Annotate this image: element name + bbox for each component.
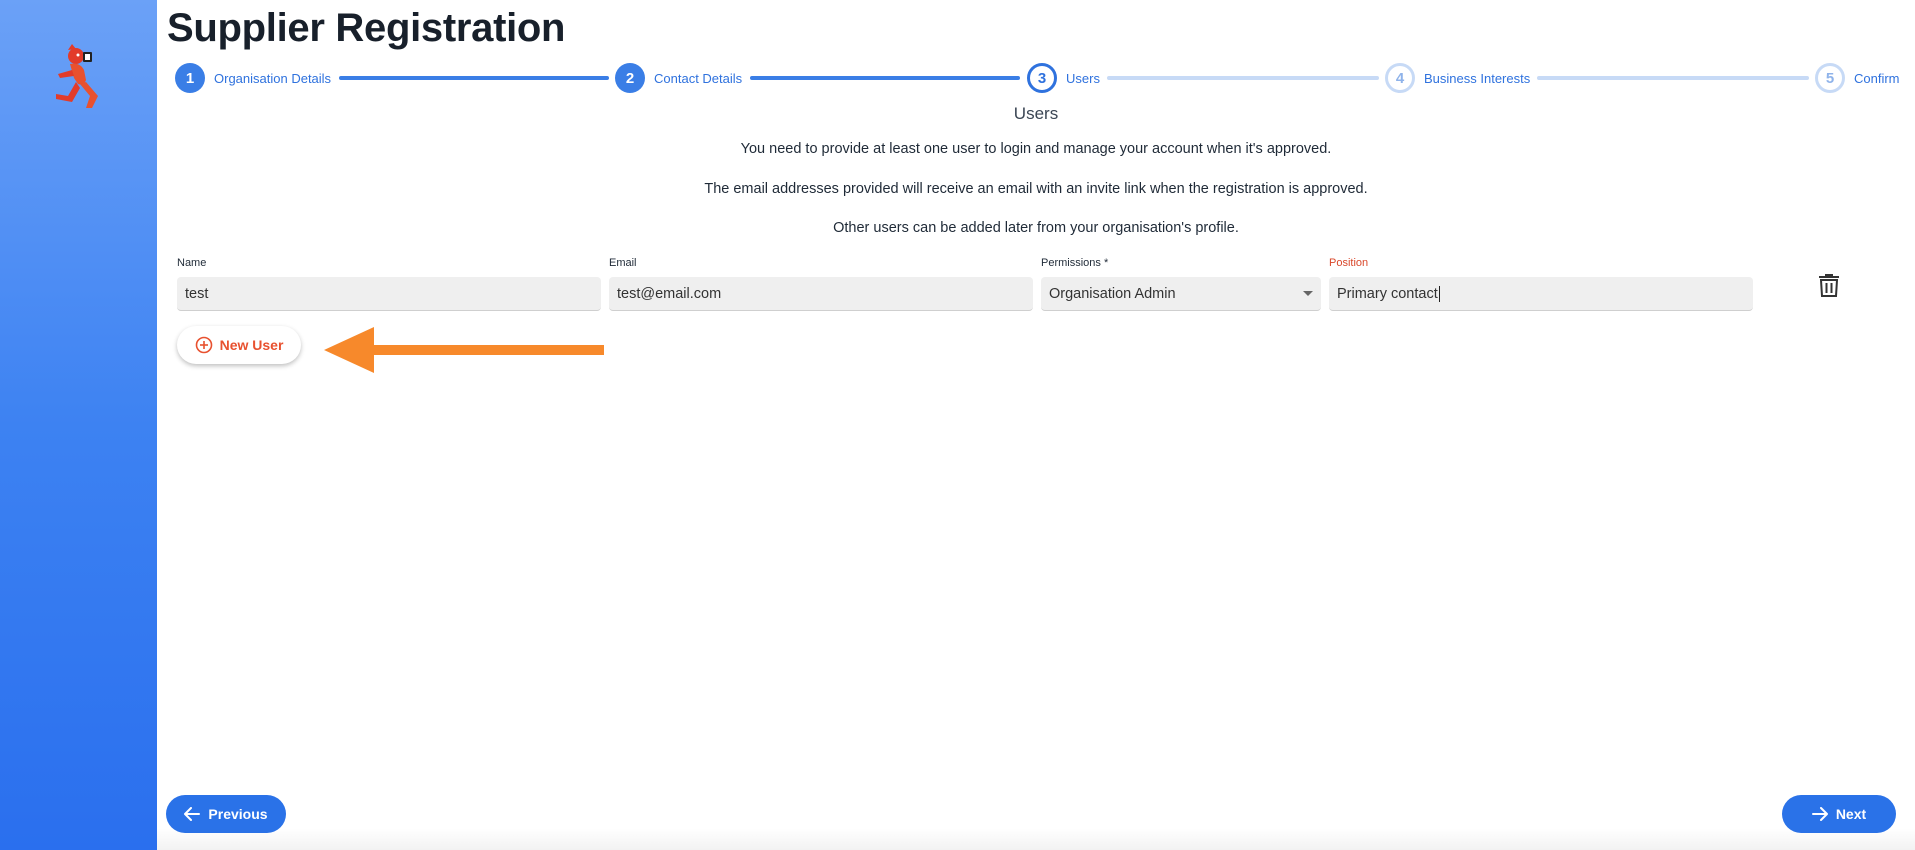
step-number: 1 [175, 63, 205, 93]
step-label: Business Interests [1424, 70, 1531, 86]
arrow-left-icon [184, 807, 201, 821]
page-title: Supplier Registration [167, 6, 566, 50]
step-users[interactable]: 3 Users [1027, 62, 1100, 94]
step-label: Contact Details [654, 70, 743, 86]
step-label: Organisation Details [214, 70, 332, 86]
name-value: test [185, 285, 209, 302]
new-user-button[interactable]: New User [177, 326, 301, 364]
next-label: Next [1835, 806, 1867, 822]
text-cursor [1438, 285, 1440, 302]
step-number: 2 [615, 63, 645, 93]
email-value: test@email.com [617, 285, 722, 302]
footer-shadow [157, 828, 1915, 850]
orange-arrow-annotation [324, 327, 604, 373]
email-label: Email [609, 257, 637, 269]
step-label: Confirm [1854, 70, 1900, 86]
permissions-value: Organisation Admin [1049, 285, 1176, 302]
info-text-2: The email addresses provided will receiv… [704, 181, 1368, 197]
sidebar [0, 0, 157, 850]
user-name-field: Name test [177, 257, 601, 311]
step-number: 4 [1385, 63, 1415, 93]
user-permissions-field: Permissions * Organisation Admin [1041, 257, 1321, 311]
info-text-3: Other users can be added later from your… [833, 220, 1239, 236]
stepper-connector-1 [339, 76, 609, 80]
trash-icon[interactable] [1817, 272, 1841, 298]
step-number: 3 [1027, 63, 1057, 93]
position-value: Primary contact [1337, 285, 1438, 302]
step-organisation-details[interactable]: 1 Organisation Details [175, 62, 331, 94]
stepper-connector-2 [750, 76, 1020, 80]
stepper-connector-3 [1107, 76, 1379, 80]
registration-stepper: 1 Organisation Details 2 Contact Details… [157, 62, 1915, 94]
previous-label: Previous [208, 806, 268, 822]
new-user-label: New User [219, 337, 284, 353]
info-text-1: You need to provide at least one user to… [740, 141, 1332, 157]
step-contact-details[interactable]: 2 Contact Details [615, 62, 742, 94]
email-input[interactable]: test@email.com [609, 277, 1033, 311]
permissions-select[interactable]: Organisation Admin [1041, 277, 1321, 311]
step-label: Users [1066, 70, 1100, 86]
mascot-logo-icon[interactable] [50, 44, 104, 110]
name-label: Name [177, 257, 207, 269]
step-number: 5 [1815, 63, 1845, 93]
plus-circle-icon [195, 336, 212, 354]
user-email-field: Email test@email.com [609, 257, 1033, 311]
stepper-connector-4 [1537, 76, 1809, 80]
step-confirm[interactable]: 5 Confirm [1815, 62, 1900, 94]
chevron-down-icon [1303, 291, 1313, 296]
section-title: Users [1013, 104, 1059, 123]
position-input[interactable]: Primary contact [1329, 277, 1753, 311]
main-content: Supplier Registration 1 Organisation Det… [157, 0, 1915, 850]
permissions-label: Permissions * [1041, 257, 1109, 269]
step-business-interests[interactable]: 4 Business Interests [1385, 62, 1530, 94]
position-label: Position [1329, 257, 1369, 269]
user-position-field: Position Primary contact [1329, 257, 1753, 311]
arrow-right-icon [1811, 807, 1828, 821]
name-input[interactable]: test [177, 277, 601, 311]
